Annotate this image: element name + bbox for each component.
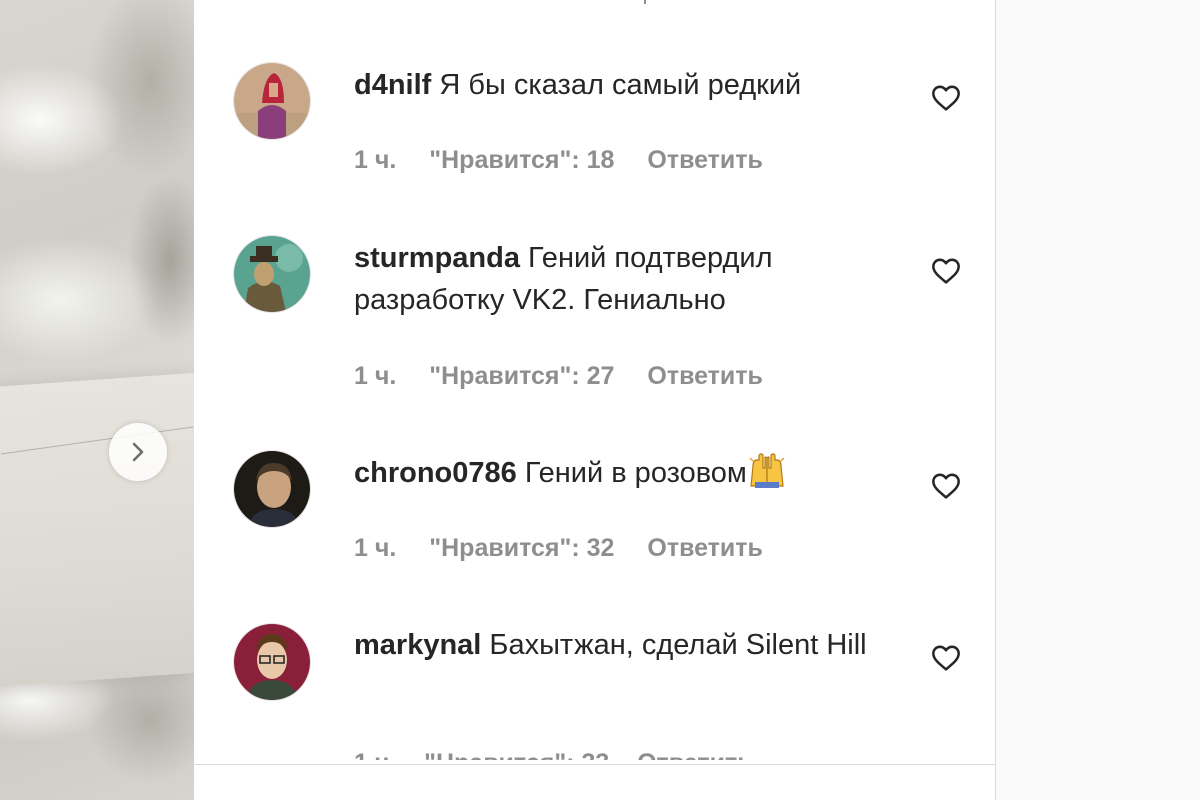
heart-icon[interactable] [930,255,962,287]
comment-text: chrono0786 Гений в розовом [354,452,904,494]
comment-likes[interactable]: "Нравится": 18 [429,146,614,174]
clipped-previous-comment [644,0,656,4]
reply-button[interactable]: Ответить [647,146,763,174]
avatar[interactable] [233,450,311,528]
comments-panel[interactable]: d4nilf Я бы сказал самый редкий 1 ч. "Нр… [194,0,996,800]
comment-time[interactable]: 1 ч. [354,749,396,760]
raising-hands-emoji-icon [749,453,785,488]
reply-button[interactable]: Ответить [647,362,763,390]
reply-button[interactable]: Ответить [647,534,763,562]
comment-likes[interactable]: "Нравится": 27 [429,362,614,390]
comment-body: Гений в розовом [524,457,747,489]
comment-likes[interactable]: "Нравится": 33 [424,749,609,760]
avatar[interactable] [233,623,311,701]
comment-text: sturmpanda Гений подтвердил разработку V… [354,237,904,321]
comment-meta: 1 ч. "Нравится": 27 Ответить [354,362,789,391]
heart-icon[interactable] [930,470,962,502]
heart-icon[interactable] [930,642,962,674]
comment-text: d4nilf Я бы сказал самый редкий [354,64,904,106]
comment-input-divider [194,764,995,765]
comment-likes[interactable]: "Нравится": 32 [429,534,614,562]
comment-username[interactable]: chrono0786 [354,457,517,489]
comment-meta-clipped: 1 ч. "Нравится": 33 Ответить [354,748,753,760]
comment-time[interactable]: 1 ч. [354,362,396,390]
comment-body: Бахытжан, сделай Silent Hill [489,629,867,661]
comment-body: Я бы сказал самый редкий [439,69,802,101]
post-image [0,0,194,800]
heart-icon[interactable] [930,82,962,114]
comment-username[interactable]: markynal [354,629,481,661]
comment-time[interactable]: 1 ч. [354,146,396,174]
carousel-next-button[interactable] [109,423,167,481]
avatar[interactable] [233,235,311,313]
comment-text: markynal Бахытжан, сделай Silent Hill [354,624,904,666]
comment-username[interactable]: d4nilf [354,69,431,101]
chevron-right-icon [132,442,144,462]
comment-username[interactable]: sturmpanda [354,242,520,274]
avatar[interactable] [233,62,311,140]
comment-meta: 1 ч. "Нравится": 32 Ответить [354,534,789,563]
comment-meta: 1 ч. "Нравится": 18 Ответить [354,146,789,175]
comment-time[interactable]: 1 ч. [354,534,396,562]
reply-button[interactable]: Ответить [637,749,753,760]
photo-paper-sheet [0,372,194,688]
